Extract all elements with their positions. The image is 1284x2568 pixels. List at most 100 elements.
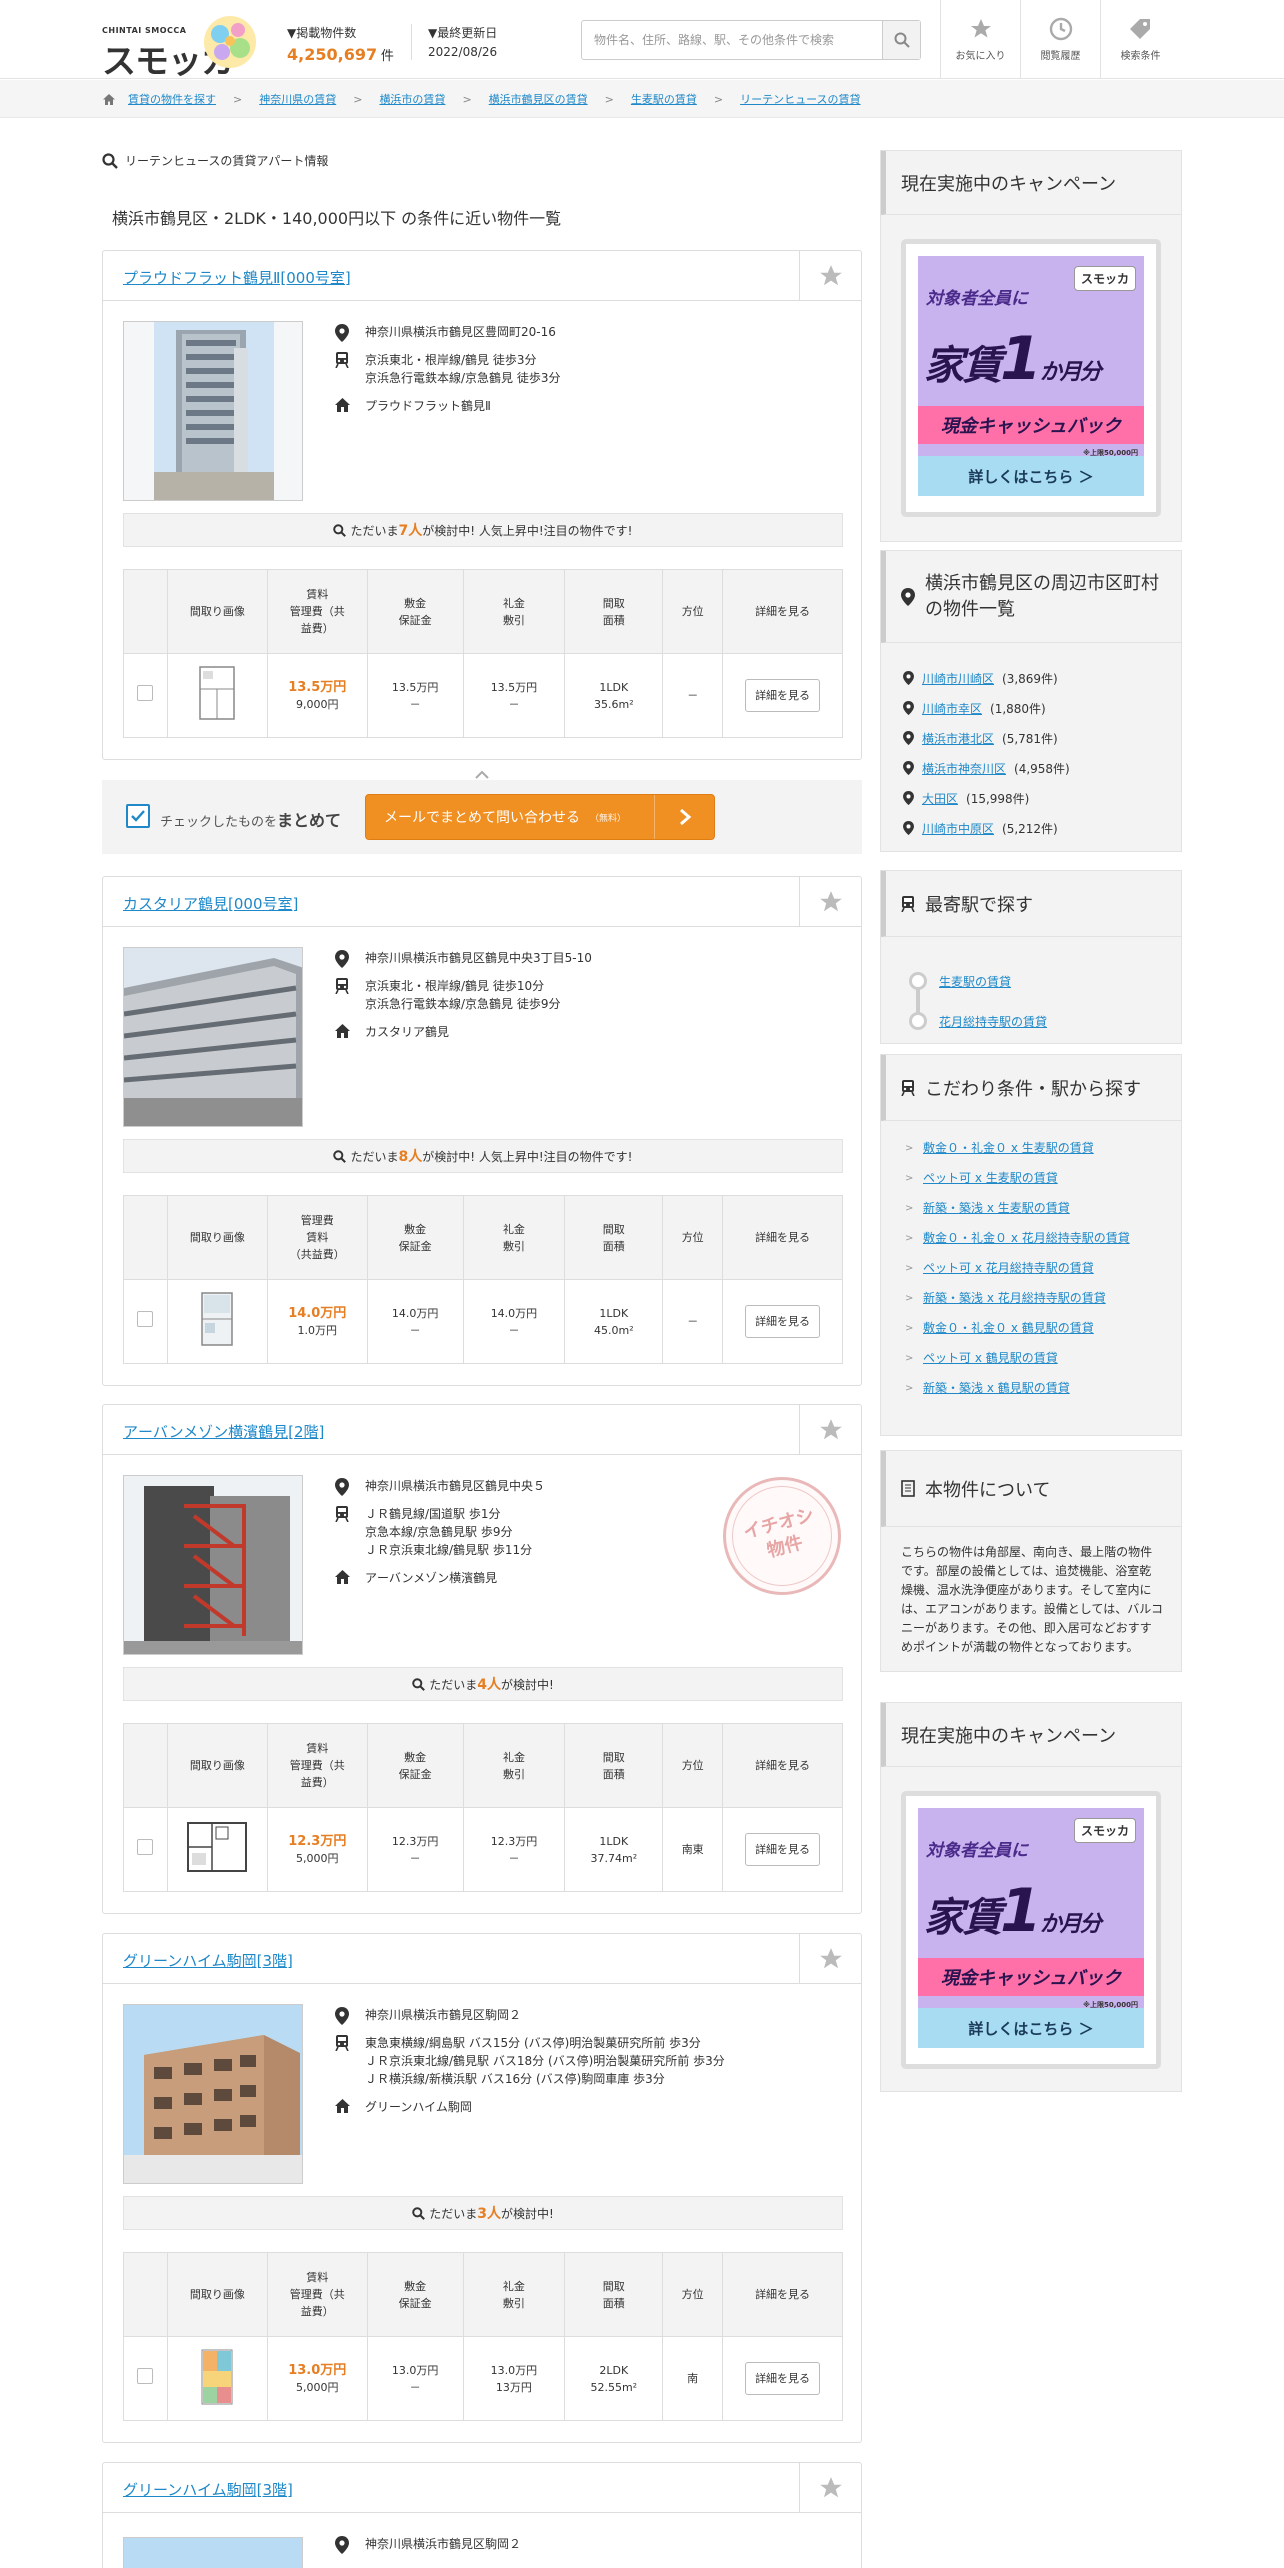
home-icon[interactable] (102, 93, 116, 106)
condition-link[interactable]: ペット可 x 鶴見駅の賃貸 (923, 1351, 1058, 1365)
condition-link[interactable]: 新築・築浅 x 花月総持寺駅の賃貸 (923, 1291, 1106, 1305)
logo-mark-icon (204, 16, 256, 68)
bulk-inquiry-button[interactable]: メールでまとめて問い合わせる （無料） (365, 794, 715, 840)
key-money-cell: 13.5万円 － (462, 653, 566, 738)
favorite-toggle[interactable] (799, 2463, 861, 2513)
campaign-title: 現在実施中のキャンペーン (901, 173, 1117, 195)
view-detail-button[interactable]: 詳細を見る (745, 1305, 821, 1338)
banner-cta[interactable]: 詳しくはこちら ＞ (918, 2008, 1144, 2048)
access-line: 京浜東北・根岸線/鶴見 徒歩3分 (365, 353, 537, 367)
property-photo[interactable] (123, 2004, 303, 2184)
station-dot (909, 1012, 927, 1030)
nearby-area-count: (15,998件) (966, 791, 1030, 806)
deposit: 13.5万円 (391, 680, 439, 694)
condition-link[interactable]: ペット可 x 花月総持寺駅の賃貸 (923, 1261, 1094, 1275)
history-button[interactable]: 閲覧履歴 (1020, 0, 1100, 79)
home-icon (335, 1570, 350, 1584)
nearby-area-link[interactable]: 川崎市中原区 (922, 820, 994, 837)
popularity-pre: ただいま (350, 523, 399, 538)
access-line: 京浜東北・根岸線/鶴見 徒歩10分 (365, 979, 545, 993)
condition-link[interactable]: 新築・築浅 x 鶴見駅の賃貸 (923, 1381, 1070, 1395)
floorplan-thumbnail[interactable] (182, 1817, 252, 1877)
nearby-area-link[interactable]: 横浜市神奈川区 (922, 760, 1006, 777)
nearby-area-link[interactable]: 川崎市川崎区 (922, 670, 994, 687)
favorite-toggle[interactable] (799, 877, 861, 927)
condition-link[interactable]: 敷金０・礼金０ x 生麦駅の賃貸 (923, 1141, 1094, 1155)
favorite-toggle[interactable] (799, 251, 861, 301)
search-button[interactable] (882, 21, 920, 59)
search-icon (333, 523, 347, 537)
condition-link[interactable]: 敷金０・礼金０ x 鶴見駅の賃貸 (923, 1321, 1094, 1335)
condition-link[interactable]: ペット可 x 生麦駅の賃貸 (923, 1171, 1058, 1185)
view-detail-button[interactable]: 詳細を見る (745, 2362, 821, 2395)
breadcrumb-item[interactable]: 賃貸の物件を探す (128, 91, 216, 107)
saved-conditions-button[interactable]: 検索条件 (1100, 0, 1180, 79)
condition-link[interactable]: 敷金０・礼金０ x 花月総持寺駅の賃貸 (923, 1231, 1130, 1245)
station-title: 最寄駅で探す (925, 894, 1033, 916)
room-checkbox[interactable] (137, 1311, 154, 1327)
property-photo[interactable] (123, 947, 303, 1127)
view-detail-button[interactable]: 詳細を見る (745, 679, 821, 712)
map-pin-icon (901, 587, 915, 606)
property-title-link[interactable]: アーバンメゾン横濱鶴見[2階] (123, 1421, 324, 1442)
property-title-link[interactable]: グリーンハイム駒岡[3階] (123, 2479, 293, 2500)
list-item: 横浜市神奈川区 (4,958件) (903, 753, 1070, 783)
view-detail-button[interactable]: 詳細を見る (745, 1833, 821, 1866)
property-info: 神奈川県横浜市鶴見区豊岡町20-16 京浜東北・根岸線/鶴見 徒歩3分 京浜急行… (335, 323, 561, 425)
list-item: 新築・築浅 x 花月総持寺駅の賃貸 (905, 1291, 1165, 1306)
floorplan-thumbnail[interactable] (192, 663, 242, 723)
nearby-area-link[interactable]: 大田区 (922, 790, 958, 807)
favorites-button[interactable]: お気に入り (940, 0, 1020, 79)
room-checkbox[interactable] (137, 2368, 154, 2384)
breadcrumb-item[interactable]: 横浜市鶴見区の賃貸 (489, 91, 588, 107)
nearby-area-link[interactable]: 川崎市幸区 (922, 700, 982, 717)
popularity-pre: ただいま (429, 2206, 478, 2221)
floorplan-cell[interactable] (166, 653, 268, 738)
floorplan-thumbnail[interactable] (192, 2346, 242, 2406)
nearby-area-count: (4,958件) (1014, 761, 1070, 776)
banner-cta[interactable]: 詳しくはこちら ＞ (918, 456, 1144, 496)
deduction: － (508, 1851, 520, 1865)
detail-cell: 詳細を見る (722, 653, 843, 738)
nearby-area-link[interactable]: 横浜市港北区 (922, 730, 994, 747)
detail-cell: 詳細を見る (722, 1279, 843, 1364)
bulk-select-checkbox[interactable] (126, 804, 150, 828)
floorplan-thumbnail[interactable] (192, 1289, 242, 1349)
breadcrumb-list: 賃貸の物件を探す > 神奈川県の賃貸 > 横浜市の賃貸 > 横浜市鶴見区の賃貸 … (102, 80, 861, 118)
room-checkbox[interactable] (137, 1839, 154, 1855)
train-icon (901, 895, 915, 912)
floorplan-cell[interactable] (166, 1807, 268, 1892)
search-input[interactable] (582, 21, 882, 59)
campaign-banner[interactable]: スモッカ 対象者全員に 家賃1か月分 現金キャッシュバック ※上限50,000円… (901, 1791, 1161, 2069)
station-link[interactable]: 生麦駅の賃貸 (939, 973, 1011, 990)
property-photo[interactable] (123, 321, 303, 501)
banner-line3: 現金キャッシュバック (918, 406, 1144, 444)
list-item: 敷金０・礼金０ x 花月総持寺駅の賃貸 (905, 1231, 1165, 1246)
map-pin-icon (903, 701, 914, 715)
favorite-toggle[interactable] (799, 1405, 861, 1455)
col-layout: 間取 面積 (564, 2252, 664, 2337)
favorite-toggle[interactable] (799, 1934, 861, 1984)
campaign-banner[interactable]: スモッカ 対象者全員に 家賃1か月分 現金キャッシュバック ※上限50,000円… (901, 239, 1161, 517)
rent-cell: 13.5万円 9,000円 (266, 653, 368, 738)
col-deposit: 敷金 保証金 (366, 569, 464, 654)
col-check (123, 1723, 168, 1808)
property-title-link[interactable]: カスタリア鶴見[000号室] (123, 893, 298, 914)
star-icon (819, 2477, 842, 2498)
address-row: 神奈川県横浜市鶴見区鶴見中央５ (335, 1477, 545, 1496)
breadcrumb-item[interactable]: 横浜市の賃貸 (379, 91, 445, 107)
property-photo[interactable] (123, 1475, 303, 1655)
condition-link[interactable]: 新築・築浅 x 生麦駅の賃貸 (923, 1201, 1070, 1215)
property-title-link[interactable]: プラウドフラット鶴見Ⅱ[000号室] (123, 267, 351, 288)
breadcrumb-item[interactable]: 生麦駅の賃貸 (631, 91, 697, 107)
floorplan-cell[interactable] (166, 1279, 268, 1364)
room-checkbox[interactable] (137, 685, 154, 701)
station-link[interactable]: 花月総持寺駅の賃貸 (939, 1013, 1047, 1030)
floorplan-cell[interactable] (166, 2336, 268, 2421)
property-title-link[interactable]: グリーンハイム駒岡[3階] (123, 1950, 293, 1971)
site-logo[interactable]: CHINTAI SMOCCA スモッカ (102, 14, 262, 82)
banner-line1: 対象者全員に (926, 1841, 1028, 1861)
breadcrumb-item[interactable]: リーテンヒュースの賃貸 (740, 91, 860, 107)
property-photo[interactable] (123, 2537, 303, 2568)
breadcrumb-item[interactable]: 神奈川県の賃貸 (259, 91, 336, 107)
